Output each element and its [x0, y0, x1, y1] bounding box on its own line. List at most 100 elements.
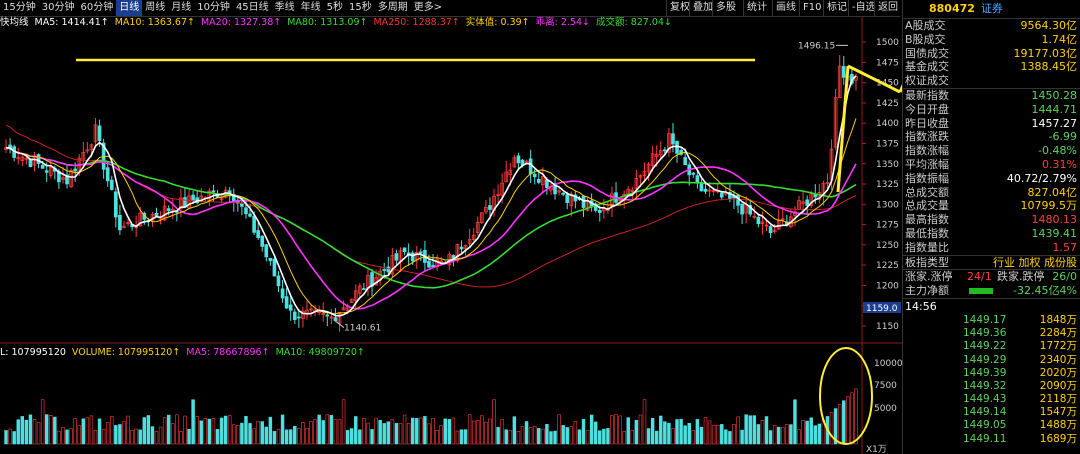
up-count: 24/1 [967, 270, 992, 284]
timeframe-12[interactable]: 多周期 [375, 0, 411, 16]
toolbar-button-3[interactable]: 统计 [743, 0, 770, 16]
candle-body [691, 172, 696, 175]
timeframe-10[interactable]: 5秒 [324, 0, 346, 16]
tick-price: 1449.29 [963, 353, 1007, 366]
timeframe-0[interactable]: 15分钟 [0, 0, 39, 16]
volume-bar [162, 417, 167, 445]
volume-bar [829, 412, 834, 445]
timeframe-5[interactable]: 月线 [168, 0, 194, 16]
volume-bar [207, 418, 212, 445]
toolbar-button-5[interactable]: F10 [799, 0, 824, 16]
toolbar-button-6[interactable]: 标记 [823, 0, 850, 16]
row-value: 19177.03亿 [1013, 46, 1078, 60]
candle-body [44, 170, 49, 173]
board-type-row: 板指类型 行业 加权 成份股 [905, 255, 1077, 270]
row-value: 9564.30亿 [1020, 19, 1078, 32]
toolbar-button-8[interactable]: 返回 [874, 0, 900, 16]
tick-time: 14:56 [905, 299, 937, 313]
volume-bar [89, 415, 94, 445]
timeframe-3[interactable]: 日线 [116, 0, 143, 16]
volume_legend-item-0: L: 107995120 [0, 347, 66, 358]
timeframe-9[interactable]: 年线 [298, 0, 324, 16]
volume-bar [463, 429, 468, 445]
volume-bar [406, 423, 411, 445]
volume-bar [358, 429, 362, 445]
candle-body [419, 251, 423, 254]
tick-price: 1449.17 [963, 313, 1007, 326]
rows1-row: 国债成交 19177.03亿 [903, 47, 1080, 61]
candle-body [248, 213, 252, 217]
volume-bar [431, 418, 435, 445]
toolbar-button-2[interactable]: 多股 [712, 0, 739, 16]
row-value: -6.99 [1048, 130, 1077, 144]
timeframe-1[interactable]: 30分钟 [39, 0, 78, 16]
volume-bar [301, 422, 305, 445]
timeframe-2[interactable]: 60分钟 [77, 0, 116, 16]
volume-bar [114, 425, 118, 445]
price-chart[interactable]: 1150117512001225125012751300132513501375… [0, 0, 902, 454]
legend-item-3: MA20: 1327.38↑ [200, 17, 282, 28]
volume-unit: X1万 [866, 445, 887, 454]
row-value: 1.57 [1052, 240, 1078, 254]
candle-body [154, 212, 159, 217]
volume-bar [667, 422, 671, 445]
candle-body [284, 296, 289, 309]
candle-body [114, 191, 118, 218]
candle-body [292, 311, 297, 320]
volume-bar [614, 414, 618, 445]
row-label: 基金成交 [905, 60, 949, 74]
tick-price: 1449.14 [963, 406, 1007, 419]
volume-bar [69, 428, 73, 445]
candle-body [740, 203, 744, 215]
volume-bar [61, 427, 65, 445]
timeframe-11[interactable]: 15秒 [346, 0, 375, 16]
candle-body [683, 157, 687, 166]
candle-body [488, 205, 492, 210]
stock-name: 证券 [980, 2, 1003, 15]
y-tick-label-9: 1375 [876, 139, 899, 149]
volume-bar [659, 415, 663, 445]
row-value: -0.48% [1038, 144, 1077, 158]
timeframe-4[interactable]: 周线 [142, 0, 168, 16]
candle-body [402, 247, 407, 253]
timeframe-13[interactable]: 更多> [411, 0, 445, 16]
volume-bar [12, 431, 16, 445]
volume_legend-item-2: MA5: 78667896↑ [186, 347, 270, 358]
volume-bar [496, 426, 500, 445]
volume-bar [675, 419, 679, 445]
candle-body [36, 154, 41, 164]
tick-volume: 2340万 [1039, 353, 1077, 366]
index-stats-list: 最新指数 1450.28 今日开盘 1444.71 昨日收盘 1457.27 指数涨跌 -6.… [903, 89, 1080, 255]
volume-bar [850, 392, 854, 445]
volume-bar [349, 428, 354, 445]
volume-bar [85, 417, 90, 445]
volume-legend: L: 107995120 VOLUME: 107995120↑ MA5: 78667… [0, 346, 371, 360]
tick-price: 1449.22 [963, 340, 1007, 353]
volume-bar [142, 417, 147, 445]
row-label: 昨日收盘 [905, 116, 949, 130]
candle-body [118, 214, 122, 231]
timeframe-7[interactable]: 45日线 [233, 0, 272, 16]
volume-bar [545, 423, 549, 445]
volume-bar [618, 415, 622, 445]
volume-bar [476, 420, 480, 445]
volume-bar [293, 425, 297, 445]
volume-bar [744, 414, 748, 445]
toolbar-button-4[interactable]: 画线 [772, 0, 799, 16]
volume-bar [817, 423, 822, 445]
candle-body [671, 133, 675, 145]
legend-item-1: MA5: 1414.41↑ [34, 17, 109, 28]
tick-price: 1449.05 [963, 419, 1007, 432]
volume-bar [520, 426, 525, 445]
board-type-value[interactable]: 行业 加权 成份股 [993, 256, 1077, 270]
timeframe-8[interactable]: 季线 [272, 0, 298, 16]
legend-item-0: 快均线 [0, 17, 29, 28]
volume-bar [776, 426, 781, 445]
volume-bar [81, 418, 86, 445]
volume-bar [732, 423, 736, 445]
volume-bar [638, 414, 643, 445]
low-label: 1140.61 [344, 324, 381, 334]
timeframe-6[interactable]: 10分钟 [194, 0, 233, 16]
candle-body [386, 266, 391, 273]
volume-bar [370, 429, 374, 445]
